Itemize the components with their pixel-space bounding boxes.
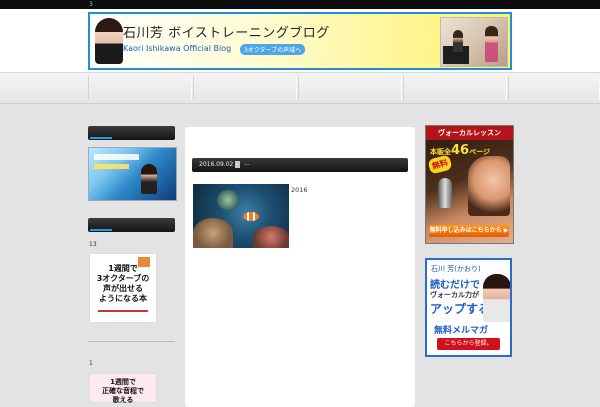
coral-shape: [253, 226, 289, 248]
post-category[interactable]: ...: [244, 160, 250, 167]
post-date: 2016.09.02: [199, 161, 234, 168]
sidebar-count-2: 1: [89, 360, 93, 367]
sidebar-heading-1: [88, 126, 175, 140]
ad1-pages-number: 46: [451, 143, 470, 158]
sidebar-heading-2: [88, 218, 175, 232]
ad2-line2: ヴォーカル力が: [430, 291, 479, 299]
post-caption: 2016: [291, 186, 308, 194]
banner-text-strip: [94, 154, 139, 160]
ad1-pages-prefix: 本販全: [430, 148, 451, 156]
book1-line3: 声が出せる: [103, 284, 143, 293]
category-icon: [235, 161, 240, 168]
site-title: 石川芳 ボイストレーニングブログ: [123, 26, 330, 41]
book-cover-1[interactable]: 1週間で 3オクターブの 声が出せる ようになる本: [89, 253, 157, 323]
book2-line2: 正確な音程で: [102, 387, 144, 395]
singer-face: [468, 156, 510, 216]
site-subtitle: Kaori Ishikawa Official Blog: [123, 44, 232, 53]
singer-figure: [141, 164, 157, 194]
post-meta-bar: 2016.09.02 ...: [192, 158, 408, 172]
ad1-pages-suffix: ページ: [469, 148, 490, 156]
top-bar-text: 3: [89, 1, 93, 8]
author-photo: [483, 274, 510, 322]
book1-line2: 3オクターブの: [96, 274, 150, 283]
student-figure: [453, 30, 463, 52]
book1-line4: ようになる本: [99, 294, 147, 303]
book2-line3: 歌える: [112, 396, 134, 404]
banner-text-strip-2: [94, 164, 129, 169]
ad1-cta-button[interactable]: 無料申し込みはこちらから ▶: [429, 225, 509, 237]
sidebar-divider: [88, 341, 175, 342]
vocal-lesson-ad[interactable]: ヴォーカルレッスン 本販全46ページ 無料 無料申し込みはこちらから ▶: [425, 125, 514, 244]
studio-photo: [440, 17, 508, 67]
sidebar-count-1: 13: [89, 241, 97, 248]
author-portrait: [95, 18, 123, 64]
nav-item-1[interactable]: [88, 76, 192, 100]
ad2-magazine-label: 無料メルマガ: [434, 326, 489, 336]
site-banner[interactable]: 石川芳 ボイストレーニングブログ Kaori Ishikawa Official…: [88, 12, 512, 70]
ad2-line3: アップする: [430, 302, 491, 316]
clownfish-shape: [243, 212, 259, 221]
ad2-author-name: 石川 芳(かおり): [431, 265, 481, 273]
ad1-title: ヴォーカルレッスン: [426, 126, 513, 140]
newsletter-ad[interactable]: 石川 芳(かおり) 読むだけで ヴォーカル力が アップする 無料メルマガ こちら…: [425, 258, 512, 357]
book1-line1: 1週間で: [108, 264, 138, 273]
book-rule: [98, 310, 148, 312]
main-nav: [0, 72, 600, 104]
post-thumbnail[interactable]: [193, 184, 289, 248]
tagline-pill: 3オクターブの声域へ: [240, 44, 306, 55]
book2-line1: 1週間で: [110, 378, 136, 386]
top-bar: 3: [0, 0, 600, 9]
teacher-figure: [485, 26, 498, 62]
ad2-line1: 読むだけで: [430, 280, 480, 291]
ad2-register-button[interactable]: こちらから登録。: [437, 338, 500, 350]
microphone-icon: [438, 178, 452, 208]
coral-shape: [193, 218, 233, 248]
nav-item-2[interactable]: [193, 76, 297, 100]
nav-item-3[interactable]: [298, 76, 402, 100]
coral-shape: [217, 190, 239, 210]
nav-item-5[interactable]: [508, 76, 600, 100]
book-cover-2[interactable]: 1週間で 正確な音程で 歌える: [89, 373, 157, 404]
nav-item-4[interactable]: [403, 76, 507, 100]
sidebar-banner-image[interactable]: [88, 147, 177, 201]
